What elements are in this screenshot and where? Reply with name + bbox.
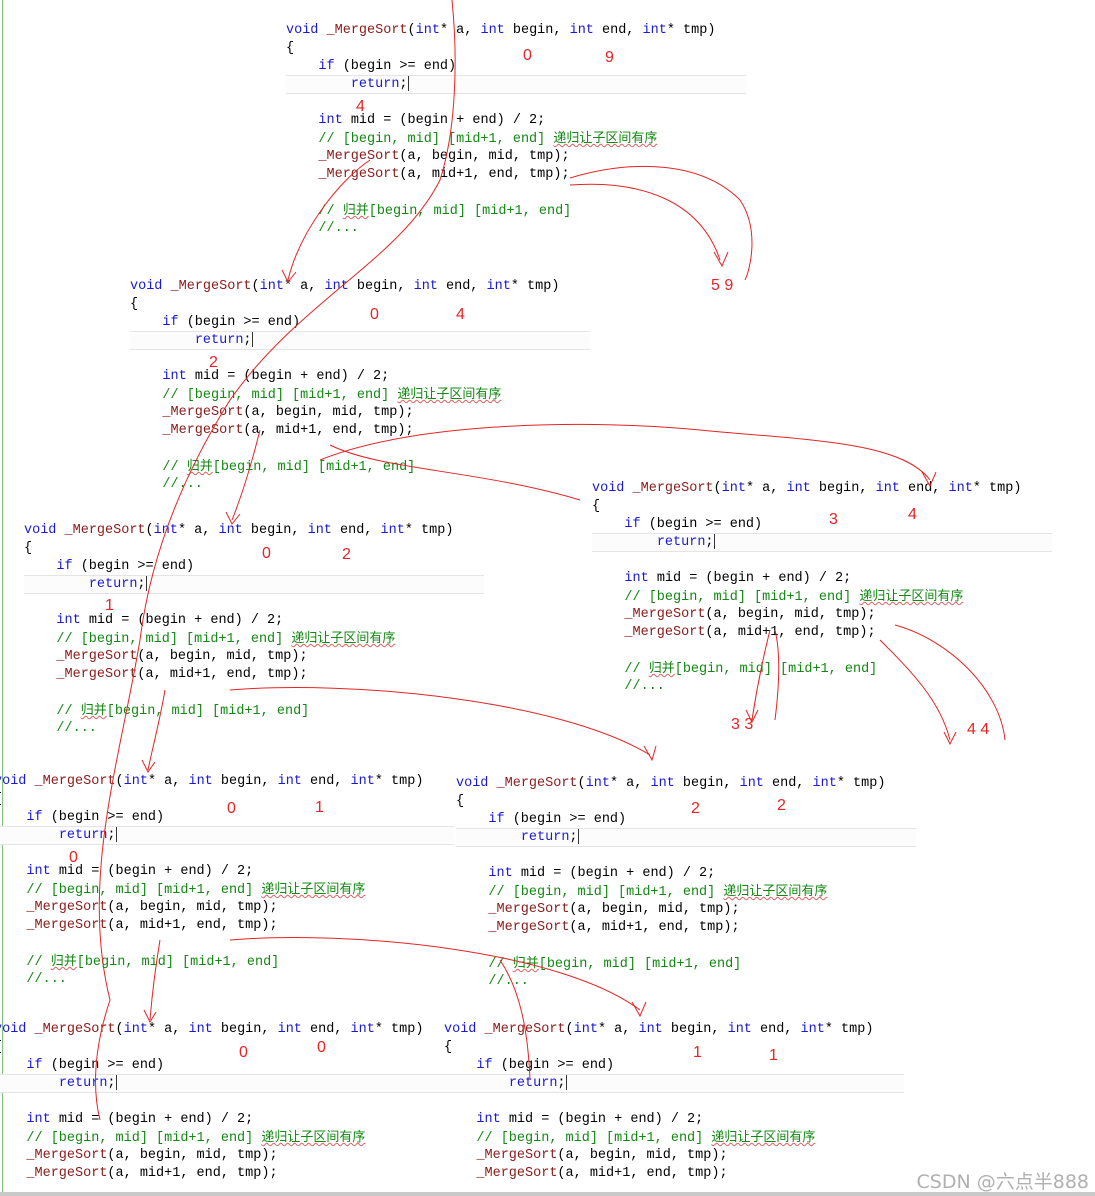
annotation-mid-value: 0	[69, 849, 78, 866]
arrow-to-call-1-1	[229, 937, 647, 1018]
annotation-end-value: 4	[908, 506, 917, 523]
hand-drawn-arrows	[95, 0, 1006, 1121]
watermark: CSDN @六点半888	[916, 1171, 1089, 1193]
annotation-begin-value: 0	[370, 306, 379, 323]
annotation-end-value: 1	[315, 799, 324, 816]
bottom-scrollbar[interactable]	[0, 1192, 1095, 1196]
arrow-back-from-3-4	[329, 444, 581, 501]
annotation-begin-value: 2	[691, 800, 700, 817]
annotation-end-value: 2	[777, 797, 786, 814]
annotation-end-value: 4	[456, 306, 465, 323]
arrow-back-from-1-1	[499, 959, 531, 1081]
annotation-begin-value: 0	[523, 47, 532, 64]
annotation-mid-value: 2	[209, 354, 218, 371]
arrow-from-3-3	[774, 629, 780, 721]
arrow-to-3-3	[745, 629, 771, 724]
annotation-end-value: 1	[769, 1047, 778, 1064]
arrow-to-call-2-2	[229, 687, 657, 762]
annotation-end-value: 2	[342, 546, 351, 563]
arrow-to-5-9	[569, 183, 729, 268]
annotation-begin-value: 3	[829, 511, 838, 528]
annotation-mid-value: 1	[105, 597, 114, 614]
arrow-to-call-0-4	[281, 159, 371, 283]
annotation-end-value: 0	[317, 1039, 326, 1056]
annotation-end-value: 9	[605, 49, 614, 66]
arrow-to-call-3-4	[319, 423, 937, 488]
annotation-begin-value: 0	[227, 800, 236, 817]
arrow-to-call-0-1	[141, 689, 166, 773]
annotation-begin-value: 0	[262, 545, 271, 562]
arrow-from-4-4	[894, 624, 1006, 741]
annotation-mid-value: 4	[356, 98, 365, 115]
arrow-to-call-0-0	[143, 939, 161, 1024]
annotation-begin-value: 0	[239, 1044, 248, 1061]
arrow-to-4-4	[879, 639, 957, 746]
arrow-return-from-right	[569, 166, 753, 281]
arrow-main-descent	[95, 0, 456, 1121]
annotation-begin-value: 1	[693, 1044, 702, 1061]
arrow-to-call-0-2	[225, 429, 261, 525]
